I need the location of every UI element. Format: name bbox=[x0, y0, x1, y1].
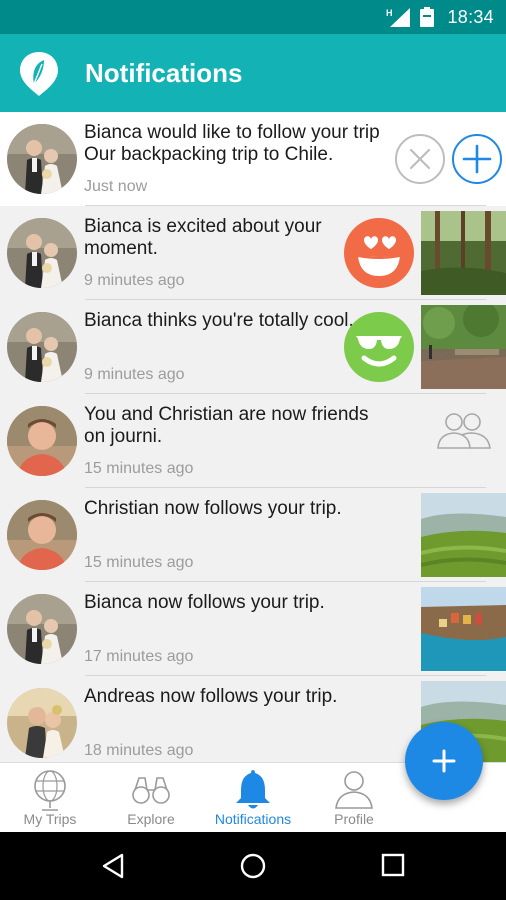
trip-photo[interactable] bbox=[421, 587, 506, 671]
avatar[interactable] bbox=[7, 124, 77, 194]
tab-explore[interactable]: Explore bbox=[101, 763, 201, 833]
back-icon[interactable] bbox=[100, 852, 126, 880]
notification-time: 9 minutes ago bbox=[84, 272, 185, 289]
tab-profile[interactable]: Profile bbox=[304, 763, 404, 833]
battery-icon bbox=[420, 7, 434, 27]
tab-notifications[interactable]: Notifications bbox=[203, 763, 303, 833]
sunglasses-emoji-icon bbox=[344, 312, 414, 382]
notification-item[interactable]: Bianca thinks you're totally cool. 9 min… bbox=[0, 300, 506, 394]
app-bar: Notifications bbox=[0, 34, 506, 112]
friends-icon bbox=[437, 413, 491, 449]
svg-text:H: H bbox=[386, 8, 393, 18]
recents-icon[interactable] bbox=[381, 853, 405, 877]
notification-text: Bianca would like to follow your trip Ou… bbox=[84, 122, 380, 165]
bell-icon bbox=[236, 770, 270, 809]
home-icon[interactable] bbox=[239, 852, 267, 880]
status-bar: H 18:34 bbox=[0, 0, 506, 34]
notification-item[interactable]: You and Christian are now friends on jou… bbox=[0, 394, 506, 488]
trip-photo[interactable] bbox=[421, 305, 506, 389]
notification-item[interactable]: Bianca would like to follow your trip Ou… bbox=[0, 112, 506, 206]
page-title: Notifications bbox=[85, 58, 243, 88]
avatar[interactable] bbox=[7, 312, 77, 382]
notification-text: Bianca now follows your trip. bbox=[84, 592, 325, 613]
signal-icon: H bbox=[386, 8, 410, 27]
notification-time: 9 minutes ago bbox=[84, 366, 185, 383]
trip-photo[interactable] bbox=[421, 493, 506, 577]
notification-list[interactable]: Bianca would like to follow your trip Ou… bbox=[0, 112, 506, 762]
notification-text: Bianca is excited about your moment. bbox=[84, 216, 322, 259]
plus-icon bbox=[432, 749, 456, 773]
system-nav-bar bbox=[0, 832, 506, 900]
notification-item[interactable]: Bianca is excited about your moment. 9 m… bbox=[0, 206, 506, 300]
close-icon bbox=[409, 148, 431, 170]
heart-eyes-emoji-icon bbox=[344, 218, 414, 288]
binoculars-icon bbox=[132, 777, 170, 804]
person-icon bbox=[335, 771, 373, 809]
notification-time: 17 minutes ago bbox=[84, 648, 194, 665]
notification-text: Bianca thinks you're totally cool. bbox=[84, 310, 354, 331]
plus-icon bbox=[462, 144, 492, 174]
tab-my-trips[interactable]: My Trips bbox=[0, 763, 100, 833]
notification-time: Just now bbox=[84, 178, 148, 195]
globe-icon bbox=[34, 770, 66, 811]
notification-item[interactable]: Christian now follows your trip. 15 minu… bbox=[0, 488, 506, 582]
avatar[interactable] bbox=[7, 500, 77, 570]
avatar[interactable] bbox=[7, 594, 77, 664]
notification-time: 15 minutes ago bbox=[84, 460, 194, 477]
accept-button[interactable] bbox=[452, 134, 502, 184]
notification-time: 15 minutes ago bbox=[84, 554, 194, 571]
notification-text: Christian now follows your trip. bbox=[84, 498, 342, 519]
notification-text: You and Christian are now friends on jou… bbox=[84, 404, 369, 447]
avatar[interactable] bbox=[7, 218, 77, 288]
status-time: 18:34 bbox=[447, 7, 494, 27]
add-button[interactable] bbox=[405, 722, 483, 800]
notification-text: Andreas now follows your trip. bbox=[84, 686, 338, 707]
notification-item[interactable]: Bianca now follows your trip. 17 minutes… bbox=[0, 582, 506, 676]
avatar[interactable] bbox=[7, 406, 77, 476]
decline-button[interactable] bbox=[395, 134, 445, 184]
trip-photo[interactable] bbox=[421, 211, 506, 295]
leaf-logo-icon bbox=[20, 52, 58, 96]
notification-time: 18 minutes ago bbox=[84, 742, 194, 759]
avatar[interactable] bbox=[7, 688, 77, 758]
tab-label: Profile bbox=[334, 811, 374, 827]
